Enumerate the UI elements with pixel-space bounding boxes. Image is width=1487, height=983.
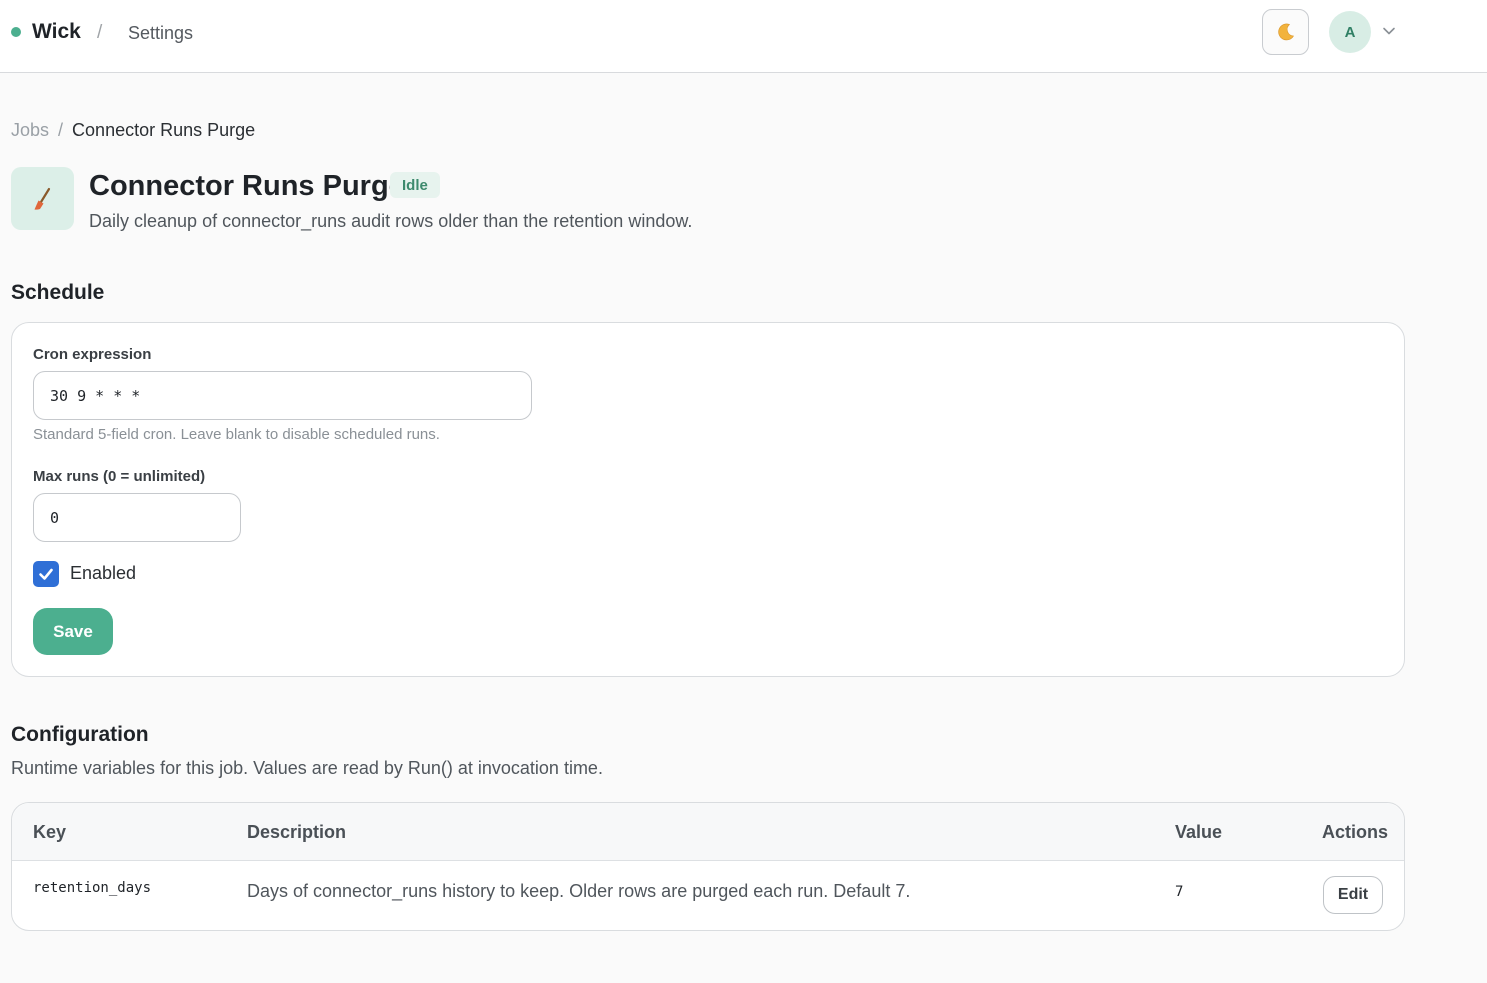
brand-name[interactable]: Wick xyxy=(32,20,81,44)
max-runs-label: Max runs (0 = unlimited) xyxy=(33,468,206,485)
schedule-card: Cron expression Standard 5-field cron. L… xyxy=(11,322,1405,677)
job-icon-tile xyxy=(11,167,74,230)
job-description: Daily cleanup of connector_runs audit ro… xyxy=(89,211,693,231)
schedule-heading: Schedule xyxy=(11,281,105,304)
theme-toggle-button[interactable] xyxy=(1262,9,1309,55)
column-header-value: Value xyxy=(1175,822,1223,842)
edit-button[interactable]: Edit xyxy=(1323,876,1383,914)
header-separator: / xyxy=(97,22,103,43)
save-button[interactable]: Save xyxy=(33,608,113,655)
column-header-key: Key xyxy=(33,822,67,842)
breadcrumb: Jobs / Connector Runs Purge xyxy=(11,120,255,141)
column-header-description: Description xyxy=(247,822,347,842)
enabled-checkbox[interactable] xyxy=(33,561,59,587)
enabled-label[interactable]: Enabled xyxy=(70,563,136,584)
max-runs-input[interactable] xyxy=(33,493,241,542)
page-title: Connector Runs Purge xyxy=(89,170,405,202)
column-header-actions: Actions xyxy=(1322,822,1389,842)
status-badge: Idle xyxy=(390,172,440,198)
chevron-down-icon[interactable] xyxy=(1382,24,1396,38)
cron-hint: Standard 5-field cron. Leave blank to di… xyxy=(33,426,440,443)
configuration-subtitle: Runtime variables for this job. Values a… xyxy=(11,758,603,778)
breadcrumb-current: Connector Runs Purge xyxy=(72,120,256,140)
header-section[interactable]: Settings xyxy=(128,23,193,44)
config-description: Days of connector_runs history to keep. … xyxy=(247,881,911,901)
cron-input[interactable] xyxy=(33,371,532,420)
config-value: 7 xyxy=(1175,884,1184,900)
configuration-heading: Configuration xyxy=(11,723,149,746)
configuration-table: Key Description Value Actions retention_… xyxy=(11,802,1405,931)
checkmark-icon xyxy=(39,568,53,580)
cron-label: Cron expression xyxy=(33,346,152,363)
breadcrumb-jobs-link[interactable]: Jobs xyxy=(11,120,49,140)
breadcrumb-separator: / xyxy=(58,120,64,140)
broom-icon xyxy=(34,187,50,210)
table-header: Key Description Value Actions xyxy=(12,803,1404,861)
top-bar: Wick / Settings A xyxy=(0,0,1487,73)
config-key: retention_days xyxy=(33,880,152,896)
user-avatar[interactable]: A xyxy=(1329,11,1371,53)
brand-status-dot xyxy=(11,27,21,37)
moon-icon xyxy=(1277,23,1294,41)
